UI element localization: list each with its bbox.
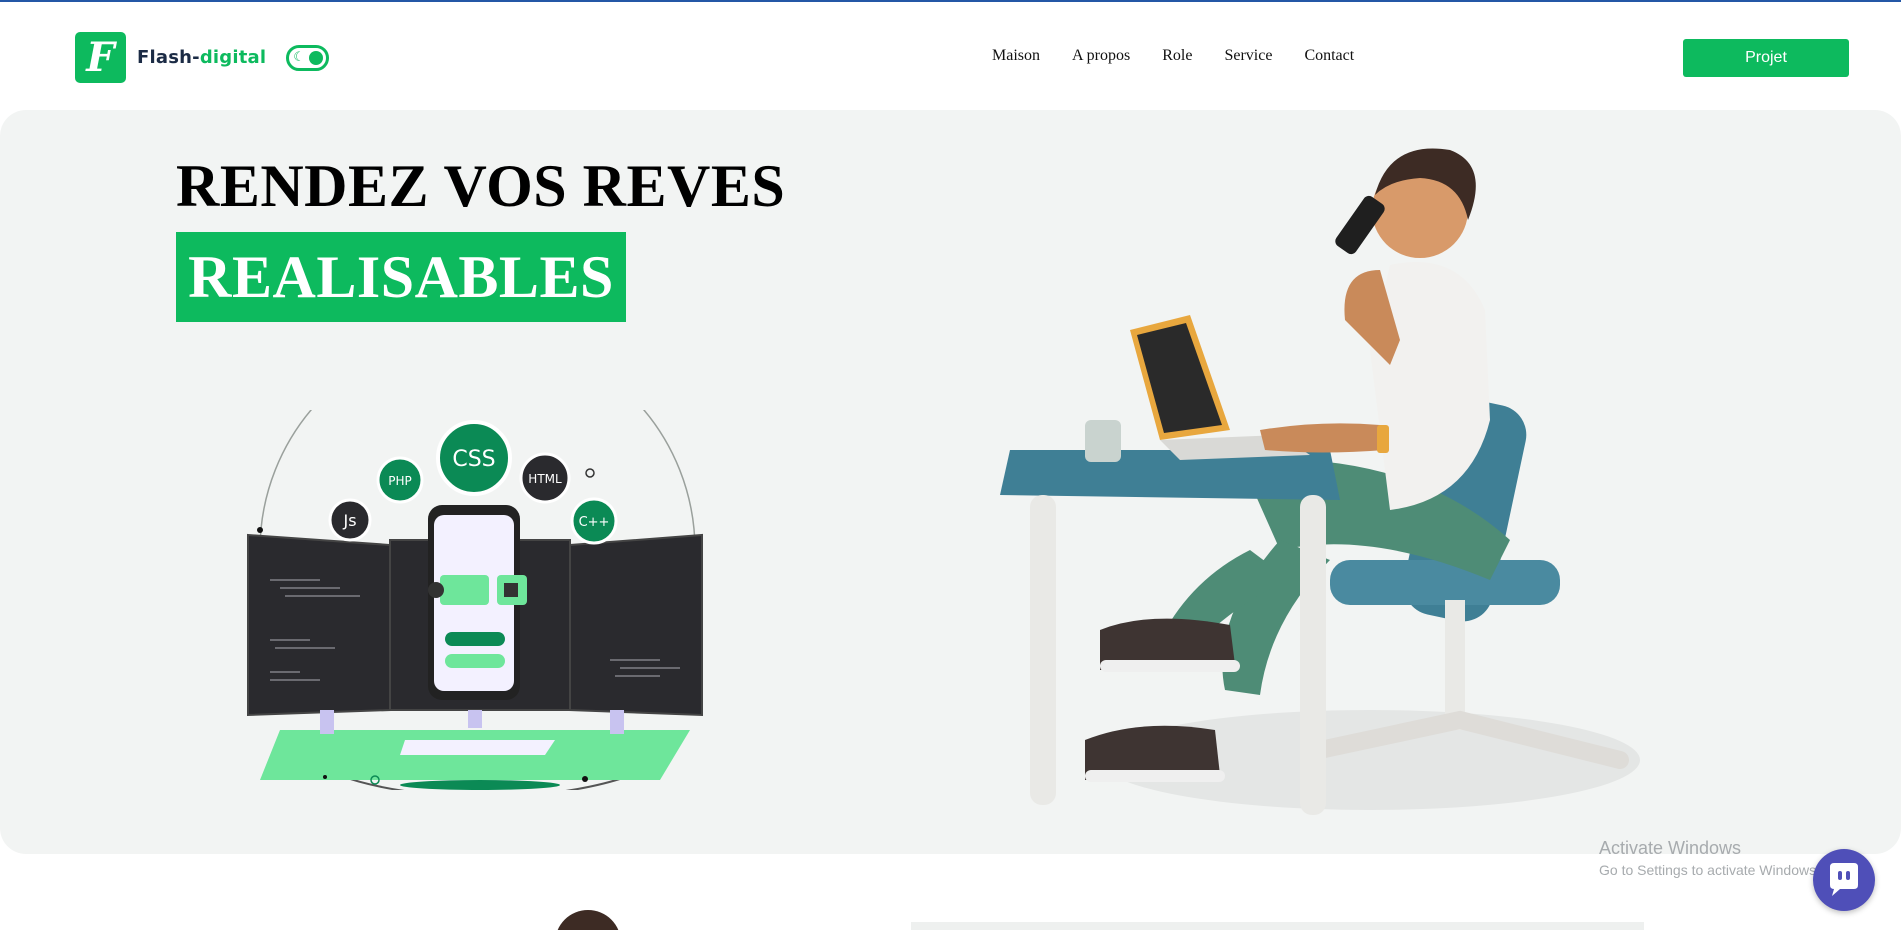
next-section-panel — [911, 922, 1644, 930]
logo-icon: F — [75, 32, 126, 83]
chat-button[interactable] — [1813, 849, 1875, 911]
nav-link-service[interactable]: Service — [1224, 47, 1272, 65]
badge-css: CSS — [452, 447, 495, 472]
badge-js: Js — [342, 511, 356, 530]
hero-section: RENDEZ VOS REVES REALISABLES Js PHP CSS … — [0, 110, 1901, 854]
nav-link-a-propos[interactable]: A propos — [1072, 47, 1130, 65]
chat-icon — [1830, 863, 1858, 896]
toggle-knob — [309, 50, 324, 65]
badge-php: PHP — [388, 474, 412, 488]
theme-toggle[interactable]: ☾ — [286, 44, 330, 71]
brand-name: Flash-digital — [137, 47, 266, 68]
brand[interactable]: F Flash-digital ☾ — [75, 32, 330, 83]
hero-title-highlight: REALISABLES — [176, 232, 626, 322]
next-section-avatar — [555, 910, 621, 930]
brand-name-suffix: digital — [199, 47, 267, 68]
nav-link-role[interactable]: Role — [1162, 47, 1192, 65]
main-nav: Maison A propos Role Service Contact — [992, 47, 1386, 65]
activate-windows-subtitle: Go to Settings to activate Windows. — [1599, 862, 1820, 878]
activate-windows-title: Activate Windows — [1599, 838, 1742, 858]
badge-cpp: C++ — [579, 515, 610, 530]
nav-link-maison[interactable]: Maison — [992, 47, 1040, 65]
hero-title-line1: RENDEZ VOS REVES — [176, 153, 786, 219]
moon-icon: ☾ — [293, 49, 305, 65]
brand-name-prefix: Flash- — [137, 47, 200, 68]
badge-html: HTML — [528, 472, 562, 486]
person-at-desk-illustration — [1000, 148, 1640, 815]
hero-title-line2: REALISABLES — [188, 244, 614, 310]
projet-button[interactable]: Projet — [1683, 39, 1849, 77]
dev-setup-illustration: Js PHP CSS HTML C++ — [247, 410, 703, 790]
site-header: F Flash-digital ☾ Maison A propos Role S… — [0, 2, 1901, 110]
nav-link-contact[interactable]: Contact — [1304, 47, 1354, 65]
